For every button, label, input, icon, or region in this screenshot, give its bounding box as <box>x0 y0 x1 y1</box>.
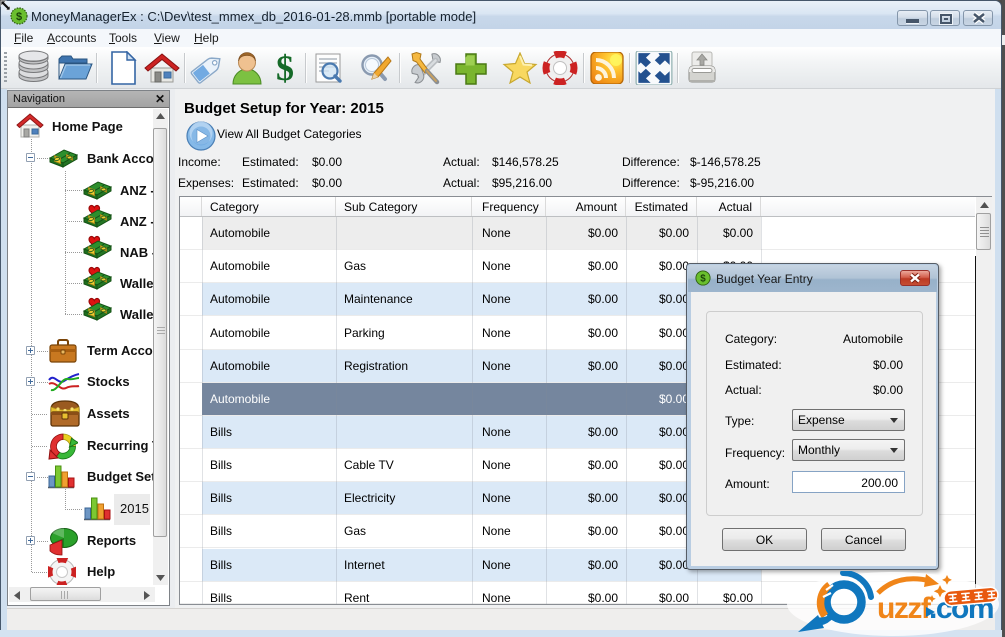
svg-text:$: $ <box>16 11 22 23</box>
svg-text:$: $ <box>700 274 706 285</box>
svg-text:uzzf: uzzf <box>877 592 932 625</box>
svg-text:$: $ <box>276 51 294 85</box>
